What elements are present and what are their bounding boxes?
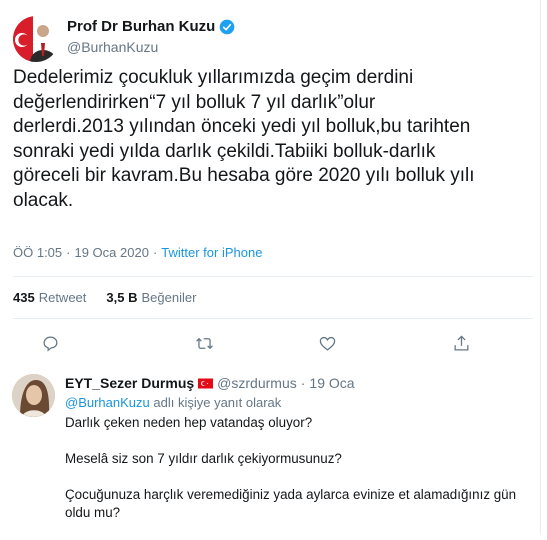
reply-author-handle[interactable]: @szrdurmus (217, 375, 297, 391)
share-button[interactable] (448, 330, 474, 356)
tweet-date[interactable]: 19 Oca 2020 (74, 245, 148, 260)
reply-tweet[interactable]: EYT_Sezer Durmuş @szrdurmus · 19 Oca @Bu… (0, 366, 540, 534)
replying-to: @BurhanKuzu adlı kişiye yanıt olarak (65, 395, 281, 410)
like-button[interactable] (314, 330, 340, 356)
reply-line: Çocuğunuza harçlık veremediğiniz yada ay… (65, 487, 517, 520)
meta-separator: · (152, 245, 158, 260)
reply-header: EYT_Sezer Durmuş @szrdurmus · 19 Oca (65, 375, 355, 391)
retweet-icon (195, 337, 213, 349)
retweet-button[interactable] (191, 330, 217, 356)
author-name-text[interactable]: Prof Dr Burhan Kuzu (67, 18, 215, 35)
like-label: Beğeniler (141, 290, 197, 305)
like-icon (319, 336, 335, 351)
author-avatar[interactable] (13, 16, 59, 62)
retweet-label: Retweet (38, 290, 87, 305)
reply-line: Darlık çeken neden hep vatandaş oluyor? (65, 415, 313, 430)
share-icon (454, 334, 468, 350)
reply-button[interactable] (37, 330, 63, 356)
reply-avatar[interactable] (12, 374, 55, 417)
reply-line: Meselâ siz son 7 yıldır darlık çekiyormu… (65, 451, 342, 466)
reply-to-suffix: adlı kişiye yanıt olarak (153, 395, 282, 410)
reply-text: Darlık çeken neden hep vatandaş oluyor? … (65, 414, 530, 540)
like-count: 3,5 B (106, 290, 138, 305)
reply-separator: · (300, 375, 306, 391)
divider (13, 276, 533, 277)
author-handle[interactable]: @BurhanKuzu (67, 39, 158, 55)
turkey-flag-icon (198, 378, 214, 388)
reply-date[interactable]: 19 Oca (309, 375, 354, 391)
tweet-client-link[interactable]: Twitter for iPhone (161, 245, 262, 260)
verified-badge-icon (220, 19, 235, 34)
retweet-count: 435 (13, 290, 35, 305)
divider (13, 318, 533, 319)
retweet-stat[interactable]: 435 Retweet (13, 290, 86, 305)
reply-icon (43, 336, 57, 351)
tweet-actions (0, 330, 540, 356)
like-stat[interactable]: 3,5 B Beğeniler (106, 290, 196, 305)
tweet-stats: 435 Retweet 3,5 B Beğeniler (13, 290, 196, 305)
meta-separator: · (66, 245, 71, 260)
reply-to-handle-link[interactable]: @BurhanKuzu (65, 395, 150, 410)
reply-author-name[interactable]: EYT_Sezer Durmuş (65, 375, 194, 391)
tweet-text: Dedelerimiz çocukluk yıllarımızda geçim … (13, 67, 475, 211)
author-name[interactable]: Prof Dr Burhan Kuzu (67, 18, 235, 35)
tweet-detail-panel: Prof Dr Burhan Kuzu @BurhanKuzu Dedeleri… (0, 0, 541, 534)
tweet-time[interactable]: ÖÖ 1:05 (13, 245, 62, 260)
tweet-meta: ÖÖ 1:05 · 19 Oca 2020 · Twitter for iPho… (13, 245, 262, 260)
